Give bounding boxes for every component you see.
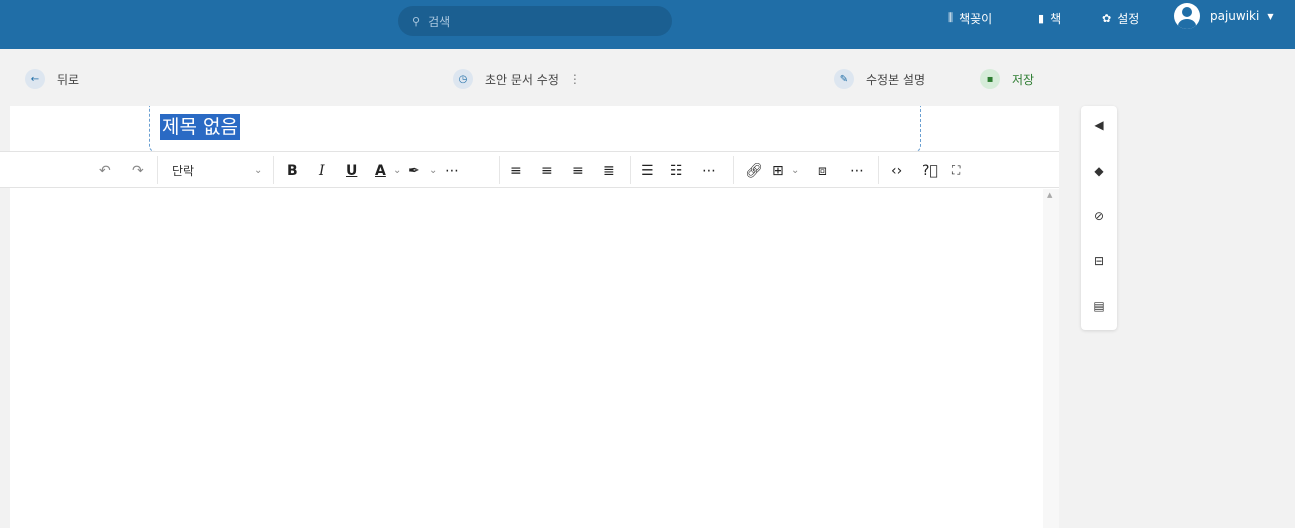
- changelog-button[interactable]: ✎ 수정본 설명: [834, 69, 925, 89]
- user-name: pajuwiki: [1210, 9, 1260, 23]
- italic-icon[interactable]: I: [319, 152, 325, 189]
- help-icon[interactable]: ?⃝: [922, 152, 938, 189]
- changelog-label: 수정본 설명: [866, 72, 926, 87]
- nav-shelves-label: 책꽂이: [959, 11, 993, 26]
- nav-settings-label: 설정: [1117, 11, 1140, 26]
- clock-icon: ◷: [453, 69, 473, 89]
- text-color-icon[interactable]: A: [375, 152, 386, 189]
- caret-left-circle-icon[interactable]: ◀: [1081, 118, 1117, 132]
- align-justify-icon[interactable]: ≣: [603, 152, 615, 189]
- fullscreen-icon[interactable]: ⛶: [952, 152, 960, 189]
- more-insert-icon[interactable]: ⋯: [850, 152, 864, 189]
- more-list-icon[interactable]: ⋯: [702, 152, 716, 189]
- shelves-icon: ⫼: [948, 11, 954, 24]
- save-icon: ▪: [980, 69, 1000, 89]
- code-view-icon[interactable]: ‹›: [891, 152, 902, 189]
- editor-content[interactable]: [10, 189, 1043, 528]
- draft-label: 초안 문서 수정: [485, 72, 559, 87]
- arrow-left-icon: ←: [25, 69, 45, 89]
- text-color-chevron-icon[interactable]: ⌄: [393, 152, 401, 189]
- bold-icon[interactable]: B: [287, 152, 298, 189]
- highlight-icon[interactable]: ✒: [408, 152, 420, 189]
- search-placeholder: 검색: [428, 14, 451, 29]
- draft-menu-button[interactable]: ◷ 초안 문서 수정 ⋮: [453, 69, 581, 89]
- tag-icon[interactable]: ◆: [1081, 164, 1117, 178]
- editor-scrollbar[interactable]: ▲: [1043, 189, 1059, 528]
- comment-icon[interactable]: ▤: [1081, 299, 1117, 313]
- nav-shelves[interactable]: ⫼ 책꽂이: [948, 0, 992, 36]
- scroll-up-icon[interactable]: ▲: [1047, 191, 1052, 199]
- table-chevron-icon[interactable]: ⌄: [791, 152, 799, 189]
- side-toolbar: ◀ ◆ ⊘ ⊟ ▤: [1081, 106, 1117, 330]
- caret-down-icon: ▼: [1267, 11, 1274, 21]
- chevron-down-icon[interactable]: ⌄: [254, 152, 262, 189]
- nav-settings[interactable]: ✿ 설정: [1102, 0, 1139, 36]
- top-header: ⚲ 검색 ⫼ 책꽂이 ▮ 책 ✿ 설정 pajuwiki ▼: [0, 0, 1295, 49]
- save-label: 저장: [1012, 72, 1035, 87]
- page-title-input[interactable]: 제목 없음: [160, 114, 240, 140]
- book-icon: ▮: [1038, 11, 1045, 25]
- title-input-box[interactable]: [149, 106, 921, 152]
- align-center-icon[interactable]: ≡: [541, 152, 553, 189]
- back-button[interactable]: ← 뒤로: [25, 69, 79, 89]
- gear-icon: ✿: [1102, 11, 1112, 25]
- undo-icon[interactable]: ↶: [99, 152, 111, 189]
- editor-toolbar: ↶ ↷ 단락 ⌄ B I U A ⌄ ✒ ⌄ ⋯ ≡ ≡ ≡ ≣ ☰ ☷ ⋯ 🔗…: [0, 151, 1059, 188]
- avatar: [1174, 3, 1200, 29]
- block-format-value: 단락: [172, 164, 195, 178]
- redo-icon[interactable]: ↷: [132, 152, 144, 189]
- block-format-select[interactable]: 단락: [172, 152, 194, 189]
- more-formatting-icon[interactable]: ⋯: [445, 152, 459, 189]
- back-label: 뒤로: [57, 72, 80, 87]
- bullet-list-icon[interactable]: ☰: [641, 152, 654, 189]
- template-icon[interactable]: ⊟: [1081, 254, 1117, 268]
- search-icon: ⚲: [412, 14, 421, 28]
- underline-icon[interactable]: U: [346, 152, 357, 189]
- nav-books-label: 책: [1050, 11, 1062, 26]
- action-bar: ← 뒤로 ◷ 초안 문서 수정 ⋮ ✎ 수정본 설명 ▪ 저장: [0, 49, 1295, 106]
- save-button[interactable]: ▪ 저장: [980, 69, 1034, 89]
- user-menu[interactable]: pajuwiki ▼: [1174, 3, 1274, 29]
- image-icon[interactable]: ⧈: [818, 152, 827, 189]
- pencil-icon: ✎: [834, 69, 854, 89]
- paperclip-icon[interactable]: ⊘: [1081, 209, 1117, 223]
- align-right-icon[interactable]: ≡: [572, 152, 584, 189]
- numbered-list-icon[interactable]: ☷: [670, 152, 683, 189]
- table-icon[interactable]: ⊞: [772, 152, 784, 189]
- search-input[interactable]: ⚲ 검색: [398, 6, 672, 36]
- link-icon[interactable]: 🔗︎: [745, 152, 763, 189]
- align-left-icon[interactable]: ≡: [510, 152, 522, 189]
- more-vertical-icon: ⋮: [568, 72, 581, 86]
- highlight-chevron-icon[interactable]: ⌄: [429, 152, 437, 189]
- nav-books[interactable]: ▮ 책: [1038, 0, 1061, 36]
